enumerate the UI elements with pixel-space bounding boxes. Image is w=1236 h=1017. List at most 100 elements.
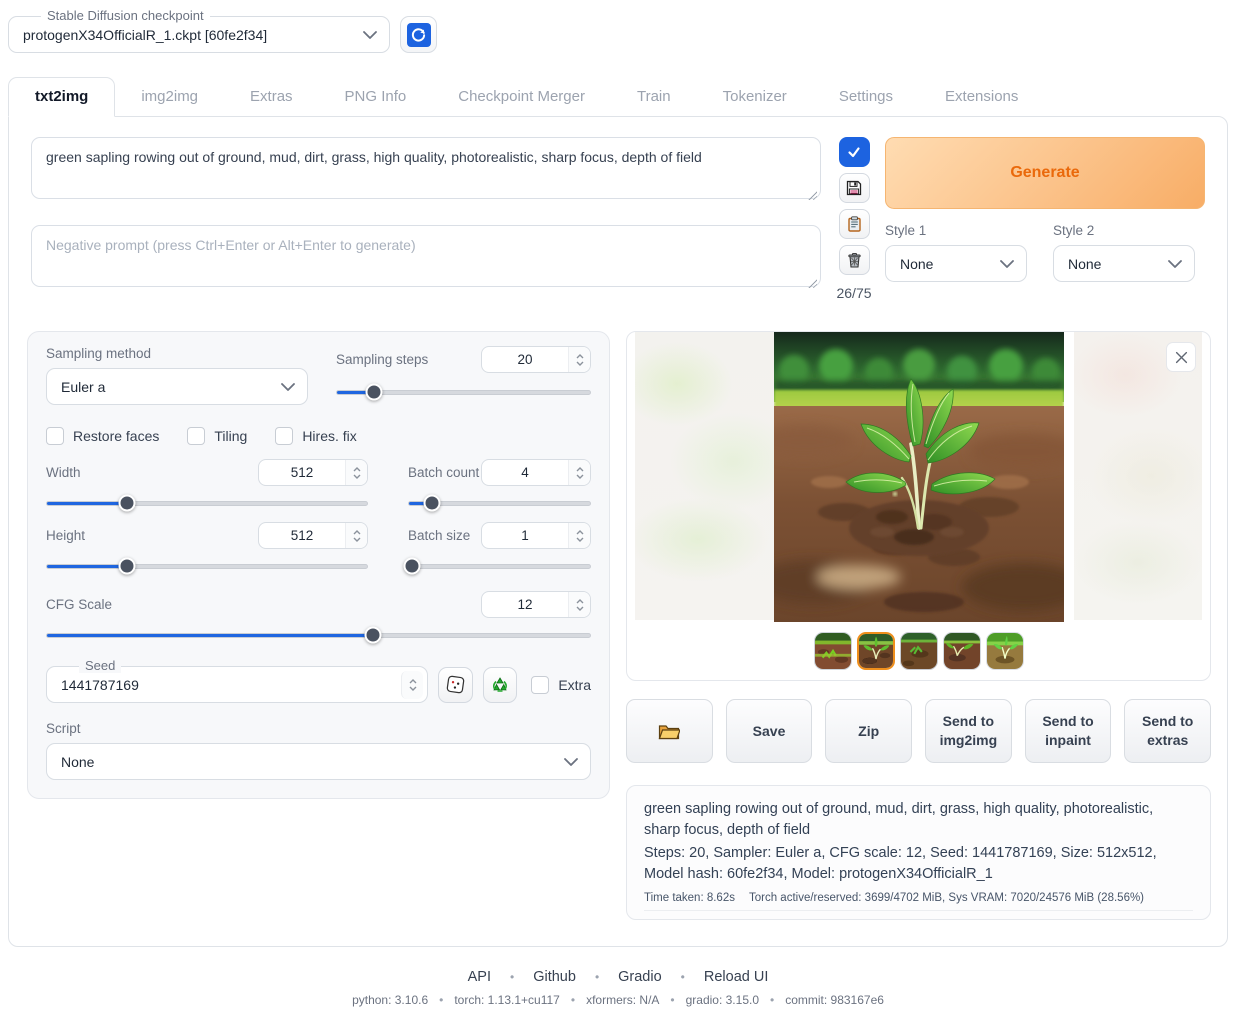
footer-link-reload-ui[interactable]: Reload UI [704, 969, 768, 985]
tab-extras[interactable]: Extras [224, 78, 319, 116]
reuse-seed-button[interactable] [483, 667, 517, 703]
slider-thumb[interactable] [366, 384, 383, 401]
sampling-steps-input[interactable]: 20 [481, 346, 591, 373]
close-icon [1175, 351, 1188, 364]
tab-img2img[interactable]: img2img [115, 78, 224, 116]
close-gallery-button[interactable] [1166, 342, 1196, 372]
slider-thumb[interactable] [403, 558, 420, 575]
width-input[interactable]: 512 [258, 459, 368, 486]
thumbnail-1[interactable] [814, 632, 852, 670]
footer-link-gradio[interactable]: Gradio [618, 969, 662, 985]
number-spinner[interactable] [568, 592, 590, 617]
cfg-scale-slider[interactable] [46, 626, 591, 644]
separator: • [595, 970, 599, 984]
style1-dropdown[interactable]: None [885, 245, 1027, 282]
paste-button[interactable] [839, 209, 870, 239]
checkpoint-row: Stable Diffusion checkpoint protogenX34O… [0, 0, 1236, 71]
slider-thumb[interactable] [118, 558, 135, 575]
save-button[interactable]: Save [726, 699, 813, 763]
sampling-method-dropdown[interactable]: Euler a [46, 368, 308, 405]
zip-button[interactable]: Zip [825, 699, 912, 763]
style2-dropdown[interactable]: None [1053, 245, 1195, 282]
separator: • [510, 970, 514, 984]
restore-faces-checkbox[interactable] [46, 427, 64, 445]
hires-fix-option: Hires. fix [275, 427, 356, 445]
generated-image[interactable] [774, 332, 1064, 622]
seed-input[interactable]: Seed 1441787169 [46, 666, 428, 703]
height-slider[interactable] [46, 557, 368, 575]
info-prompt-text: green sapling rowing out of ground, mud,… [644, 799, 1193, 841]
chevron-down-icon [363, 31, 377, 39]
batch-size-input[interactable]: 1 [481, 522, 591, 549]
sampling-steps-slider[interactable] [336, 383, 591, 401]
number-spinner[interactable] [568, 460, 590, 485]
output-buttons-row: Save Zip Send to img2img Send to inpaint… [626, 699, 1211, 763]
thumbnail-2-selected[interactable] [857, 632, 895, 670]
send-to-extras-button[interactable]: Send to extras [1124, 699, 1211, 763]
clipboard-icon [847, 216, 862, 232]
refresh-icon [407, 23, 431, 47]
number-spinner[interactable] [568, 347, 590, 372]
chevron-down-icon [564, 758, 578, 766]
prompt-input[interactable]: green sapling rowing out of ground, mud,… [31, 137, 821, 199]
number-spinner[interactable] [345, 460, 367, 485]
result-gallery [626, 331, 1211, 681]
tab-train[interactable]: Train [611, 78, 697, 116]
height-input[interactable]: 512 [258, 522, 368, 549]
batch-count-slider[interactable] [408, 494, 591, 512]
hires-fix-checkbox[interactable] [275, 427, 293, 445]
random-seed-button[interactable] [438, 667, 472, 703]
stable-diffusion-webui: Stable Diffusion checkpoint protogenX34O… [0, 0, 1236, 1017]
tab-checkpoint-merger[interactable]: Checkpoint Merger [432, 78, 611, 116]
cfg-scale-input[interactable]: 12 [481, 591, 591, 618]
time-taken-text: Time taken: 8.62s [644, 892, 735, 904]
number-spinner[interactable] [401, 671, 423, 699]
style2-label: Style 2 [1053, 223, 1195, 238]
thumbnail-3[interactable] [900, 632, 938, 670]
batch-size-slider[interactable] [408, 557, 591, 575]
number-spinner[interactable] [345, 523, 367, 548]
floppy-disk-icon [846, 180, 862, 196]
script-label: Script [46, 721, 591, 736]
tab-txt2img[interactable]: txt2img [8, 77, 115, 117]
chevron-down-icon [1168, 260, 1182, 268]
negative-prompt-input[interactable] [31, 225, 821, 287]
dice-icon [446, 675, 465, 694]
apply-style-button[interactable] [839, 137, 870, 167]
tab-settings[interactable]: Settings [813, 78, 919, 116]
chevron-down-icon [281, 383, 295, 391]
chevron-down-icon [1000, 260, 1014, 268]
sampling-method-label: Sampling method [46, 346, 308, 361]
generate-button[interactable]: Generate [885, 137, 1205, 209]
height-label: Height [46, 528, 85, 543]
slider-thumb[interactable] [365, 627, 382, 644]
tab-extensions[interactable]: Extensions [919, 78, 1044, 116]
width-slider[interactable] [46, 494, 368, 512]
clear-prompt-button[interactable] [839, 245, 870, 275]
slider-thumb[interactable] [423, 495, 440, 512]
gallery-adjacent-preview[interactable] [635, 332, 775, 620]
checkpoint-value: protogenX34OfficialR_1.ckpt [60fe2f34] [23, 27, 363, 43]
script-dropdown[interactable]: None [46, 743, 591, 780]
send-to-inpaint-button[interactable]: Send to inpaint [1025, 699, 1112, 763]
slider-thumb[interactable] [118, 495, 135, 512]
send-to-img2img-button[interactable]: Send to img2img [925, 699, 1012, 763]
thumbnail-4[interactable] [943, 632, 981, 670]
extra-seed-checkbox[interactable] [531, 676, 549, 694]
save-style-button[interactable] [839, 173, 870, 203]
tab-tokenizer[interactable]: Tokenizer [697, 78, 813, 116]
gallery-adjacent-preview[interactable] [1074, 332, 1202, 620]
thumbnail-5[interactable] [986, 632, 1024, 670]
batch-count-input[interactable]: 4 [481, 459, 591, 486]
generation-settings-panel: Sampling method Euler a Sampling steps 2… [27, 331, 610, 799]
refresh-checkpoints-button[interactable] [400, 16, 437, 53]
footer-link-api[interactable]: API [468, 969, 491, 985]
open-folder-button[interactable] [626, 699, 713, 763]
seed-label: Seed [79, 658, 121, 673]
number-spinner[interactable] [568, 523, 590, 548]
separator: • [681, 970, 685, 984]
tiling-checkbox[interactable] [187, 427, 205, 445]
checkpoint-dropdown[interactable]: Stable Diffusion checkpoint protogenX34O… [8, 16, 390, 53]
footer-link-github[interactable]: Github [533, 969, 576, 985]
tab-png-info[interactable]: PNG Info [319, 78, 433, 116]
